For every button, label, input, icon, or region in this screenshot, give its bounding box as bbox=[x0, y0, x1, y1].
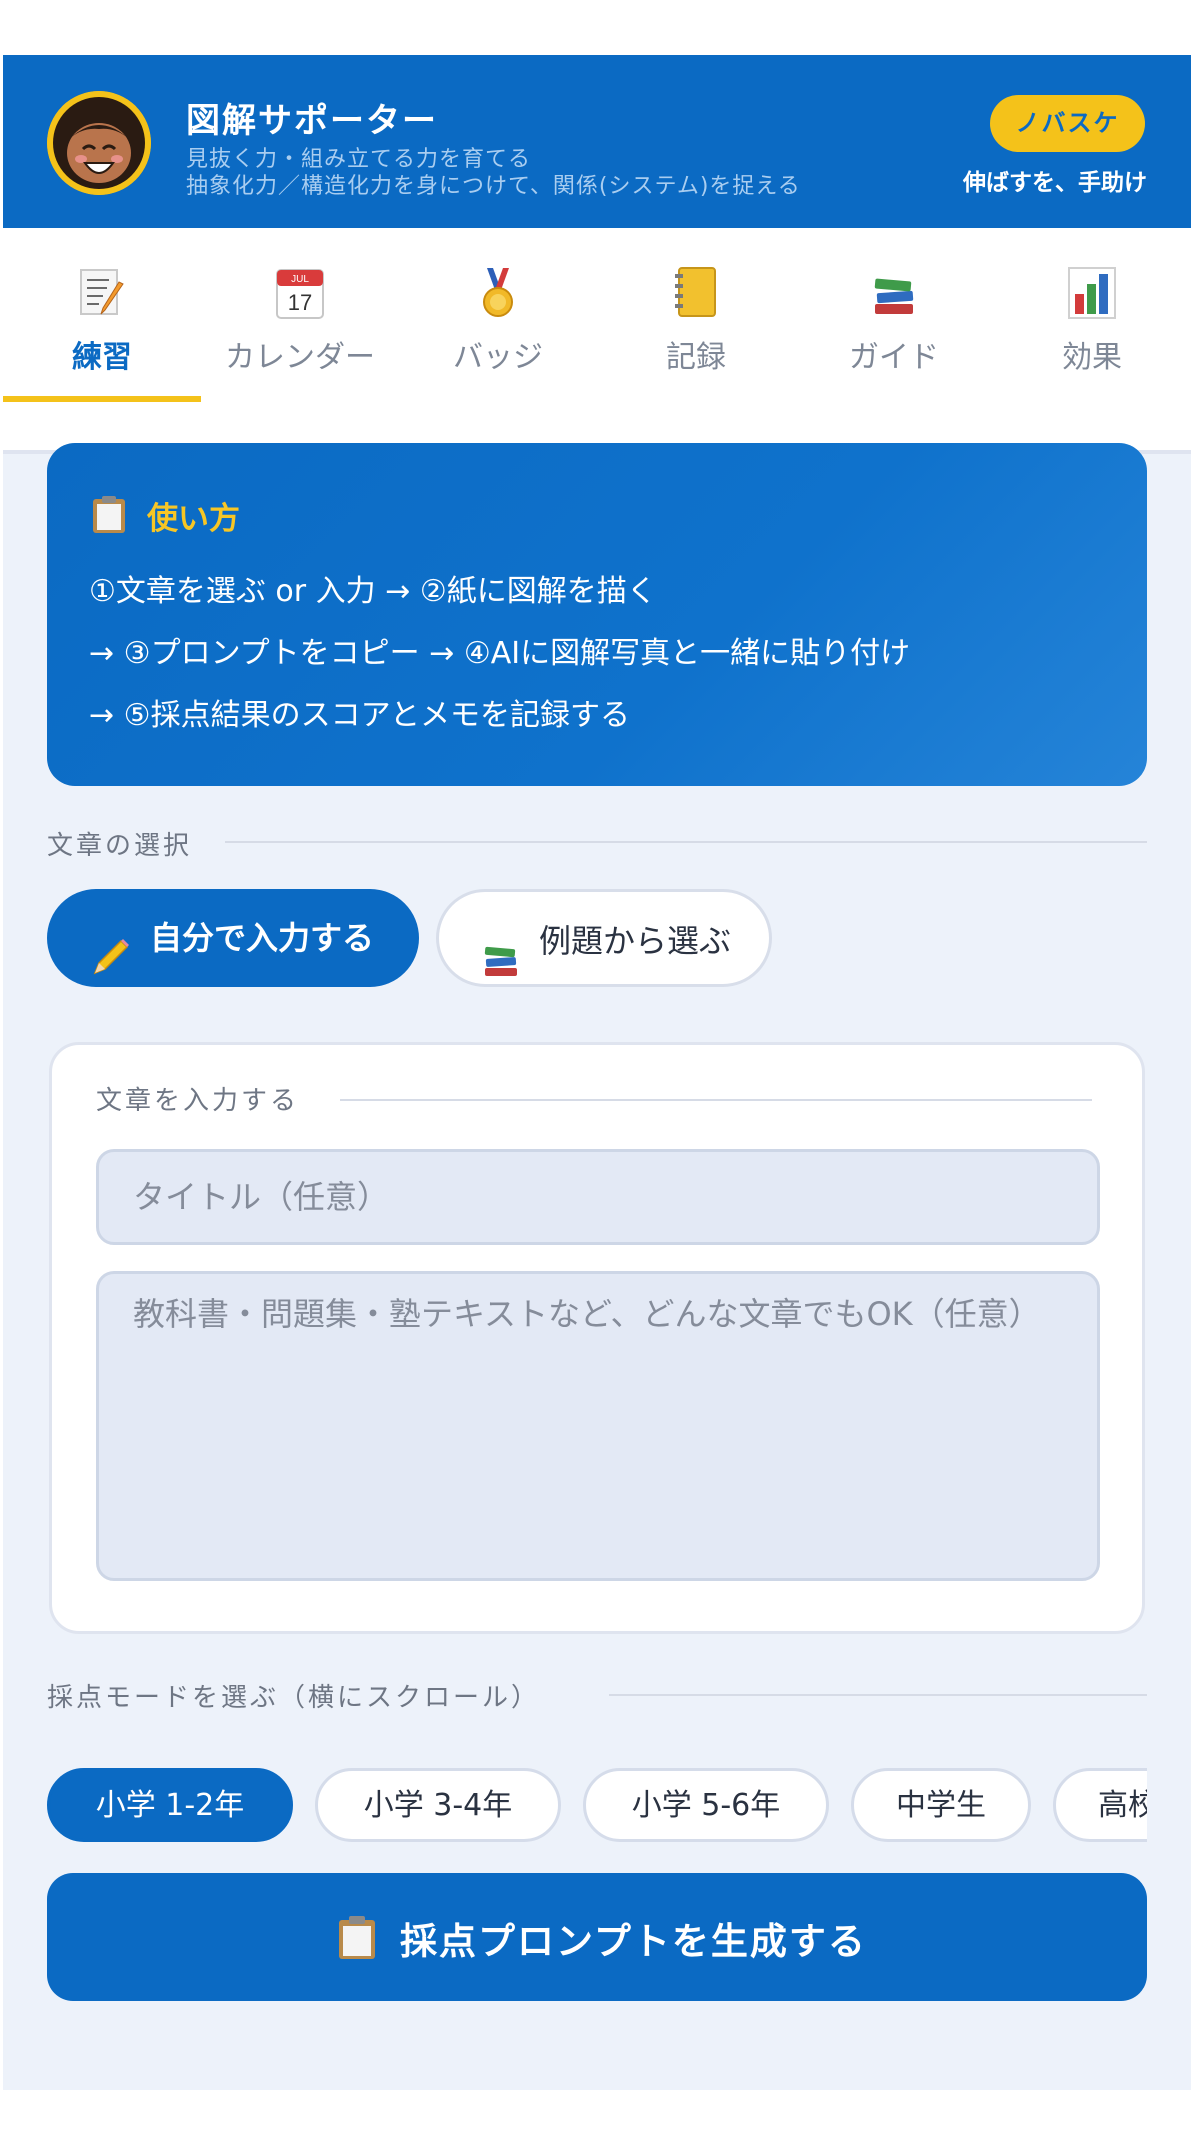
divider bbox=[609, 1694, 1147, 1696]
app-header: 図解サポーター 見抜く力・組み立てる力を育てる 抽象化力／構造化力を身につけて、… bbox=[3, 55, 1191, 228]
section-heading-source: 文章の選択 bbox=[47, 831, 193, 861]
generate-prompt-label: 採点プロンプトを生成する bbox=[400, 1920, 867, 1963]
calendar-icon: JUL 17 bbox=[275, 266, 325, 320]
section-heading-mode: 採点モードを選ぶ（横にスクロール） bbox=[47, 1683, 541, 1713]
tab-bar: 練習 JUL 17 カレンダー バッジ 記録 ガイド 効果 bbox=[3, 228, 1191, 454]
tab-label: 練習 bbox=[72, 340, 132, 375]
calendar-day: 17 bbox=[288, 290, 312, 315]
body-textarea-placeholder: 教科書・問題集・塾テキストなど、どんな文章でもOK（任意） bbox=[133, 1295, 1041, 1333]
tab-label: 効果 bbox=[1062, 340, 1122, 375]
howto-step-line: ①文章を選ぶ or 入力 → ②紙に図解を描く bbox=[89, 574, 657, 609]
tab-label: ガイド bbox=[849, 340, 939, 375]
bar-chart-icon bbox=[1067, 266, 1117, 320]
tab-effect[interactable]: 効果 bbox=[993, 228, 1191, 450]
clipboard-icon bbox=[91, 495, 127, 535]
example-select-button[interactable]: 例題から選ぶ bbox=[436, 889, 772, 987]
tab-guide[interactable]: ガイド bbox=[795, 228, 993, 450]
active-tab-indicator bbox=[3, 396, 201, 402]
tab-label: 記録 bbox=[666, 340, 726, 375]
title-input-placeholder: タイトル（任意） bbox=[133, 1178, 390, 1216]
medal-icon bbox=[473, 266, 523, 320]
tab-label: バッジ bbox=[453, 340, 543, 375]
howto-title: 使い方 bbox=[147, 501, 240, 537]
generate-prompt-button[interactable]: 採点プロンプトを生成する bbox=[47, 1873, 1147, 2001]
brand-tagline: 伸ばすを、手助け bbox=[963, 170, 1147, 196]
mode-chip-grade3-4[interactable]: 小学 3-4年 bbox=[315, 1768, 561, 1842]
body-textarea[interactable]: 教科書・問題集・塾テキストなど、どんな文章でもOK（任意） bbox=[96, 1271, 1100, 1581]
example-select-label: 例題から選ぶ bbox=[539, 922, 732, 960]
self-input-button[interactable]: 自分で入力する bbox=[47, 889, 419, 987]
books-icon bbox=[869, 266, 919, 320]
self-input-label: 自分で入力する bbox=[150, 919, 375, 957]
howto-card: 使い方 ①文章を選ぶ or 入力 → ②紙に図解を描く → ③プロンプトをコピー… bbox=[47, 443, 1147, 786]
title-input[interactable]: タイトル（任意） bbox=[96, 1149, 1100, 1245]
pencil-icon bbox=[91, 917, 131, 975]
divider bbox=[340, 1099, 1092, 1101]
tab-calendar[interactable]: JUL 17 カレンダー bbox=[201, 228, 399, 450]
divider bbox=[225, 841, 1147, 843]
app-title: 図解サポーター bbox=[186, 101, 438, 141]
howto-step-line: → ⑤採点結果のスコアとメモを記録する bbox=[89, 698, 630, 733]
mode-chip-high-school[interactable]: 高校生 bbox=[1053, 1768, 1147, 1842]
howto-step-line: → ③プロンプトをコピー → ④AIに図解写真と一緒に貼り付け bbox=[89, 636, 911, 671]
memo-icon bbox=[77, 266, 127, 320]
tab-practice[interactable]: 練習 bbox=[3, 228, 201, 450]
brand-badge: ノバスケ bbox=[990, 95, 1145, 152]
tab-label: カレンダー bbox=[225, 340, 375, 375]
app-screen: 図解サポーター 見抜く力・組み立てる力を育てる 抽象化力／構造化力を身につけて、… bbox=[3, 55, 1191, 2090]
mode-chip-junior-high[interactable]: 中学生 bbox=[851, 1768, 1031, 1842]
tab-records[interactable]: 記録 bbox=[597, 228, 795, 450]
tab-badges[interactable]: バッジ bbox=[399, 228, 597, 450]
clipboard-icon bbox=[337, 1915, 377, 1961]
books-icon bbox=[481, 920, 521, 976]
mode-chip-grade5-6[interactable]: 小学 5-6年 bbox=[583, 1768, 829, 1842]
mode-chip-grade1-2[interactable]: 小学 1-2年 bbox=[47, 1768, 293, 1842]
text-input-card: 文章を入力する タイトル（任意） 教科書・問題集・塾テキストなど、どんな文章でも… bbox=[49, 1042, 1145, 1634]
avatar bbox=[47, 91, 151, 195]
input-card-heading: 文章を入力する bbox=[96, 1086, 300, 1116]
notebook-icon bbox=[671, 266, 721, 320]
calendar-month: JUL bbox=[291, 274, 309, 285]
app-subtitle-2: 抽象化力／構造化力を身につけて、関係(システム)を捉える bbox=[186, 174, 801, 199]
